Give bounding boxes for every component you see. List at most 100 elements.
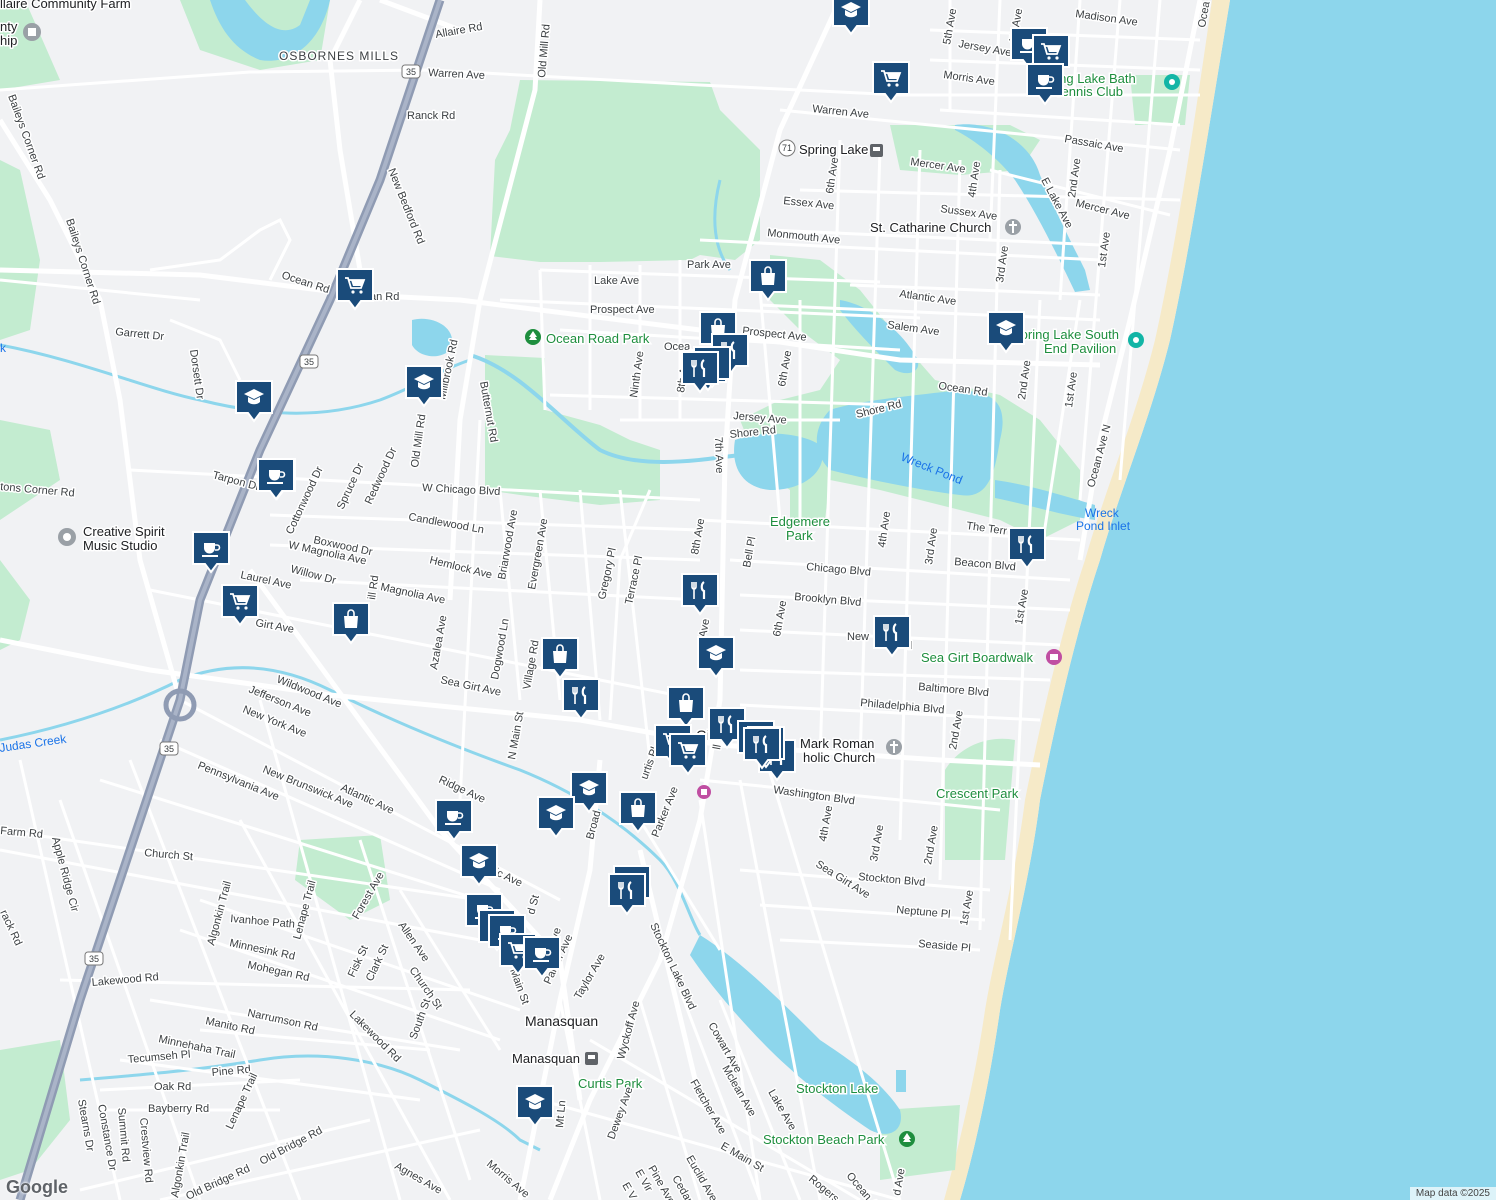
poi-marker-school[interactable] [697, 636, 735, 679]
road-label: 1st Ave [1063, 371, 1080, 408]
poi-marker-shopping[interactable] [332, 602, 370, 645]
road-label: rack Rd [0, 908, 24, 947]
tree-icon [899, 1131, 915, 1147]
place-label: Manasquan [512, 1051, 580, 1066]
road-label: N Main St [506, 711, 526, 761]
poi-marker-restaurant[interactable] [562, 678, 600, 721]
train-station-icon [870, 144, 883, 157]
road-label: Park Ave [687, 259, 731, 271]
poi-marker-shopping[interactable] [619, 791, 657, 834]
tree-icon [525, 329, 541, 345]
road-label: Jersey Ave [957, 38, 1012, 59]
place-label: End Pavilion [1044, 341, 1116, 356]
place-label: Ocean Road Park [546, 331, 650, 346]
road-label: 8th Ave [689, 517, 707, 555]
road-label: Beacon Blvd [954, 556, 1017, 573]
road-label: Lake Ave [594, 275, 639, 287]
road-label: 2nd Ave [1016, 360, 1033, 401]
svg-text:71: 71 [782, 143, 792, 153]
road-label: Wyckoff Ave [615, 1000, 642, 1061]
map-canvas[interactable]: 35 35 35 35 71 OSBORNES MILLS Manasquan … [0, 0, 1496, 1200]
road-label: Mt Ln [554, 1100, 568, 1128]
poi-marker-school[interactable] [460, 844, 498, 887]
poi-marker-school[interactable] [987, 311, 1025, 354]
road-label: Gregory Pl [596, 547, 619, 601]
svg-text:35: 35 [406, 67, 416, 77]
poi-marker-shopping[interactable] [541, 637, 579, 680]
poi-marker-restaurant[interactable] [608, 873, 646, 916]
road-label: Dogwood Ln [489, 618, 512, 681]
place-label: llaire Community Farm [0, 0, 131, 11]
road-label: Washington Blvd [773, 784, 856, 807]
waterway-labels: Judas Creek k [0, 341, 68, 755]
road-label: 5th Ave [941, 7, 959, 45]
road-label: Church St [144, 847, 194, 863]
poi-marker-school[interactable] [832, 0, 870, 36]
road-label: Hemlock Ave [428, 554, 493, 581]
svg-text:35: 35 [304, 357, 314, 367]
place-label: Stockton Lake [796, 1081, 878, 1096]
road-label: Ave [697, 618, 712, 639]
place-label: Music Studio [83, 538, 157, 553]
road-label: Old Mill Rd [409, 413, 428, 468]
road-label: ill Rd [366, 575, 381, 601]
road-label: Farm Rd [0, 825, 43, 841]
shield-rt35-roundabout: 35 [159, 741, 179, 756]
poi-marker-grocery[interactable] [221, 584, 259, 627]
poi-marker-shopping[interactable] [667, 686, 705, 729]
waterway-label: Judas Creek [0, 732, 68, 755]
road-label: Stearns Dr [75, 1098, 96, 1152]
road-label: New [847, 631, 869, 643]
road-label: Crestview Rd [137, 1117, 155, 1183]
road-label: an Rd [370, 291, 399, 303]
road-label: Bell Pl [741, 536, 758, 569]
pin-icon [1164, 74, 1180, 90]
place-label: OSBORNES MILLS [279, 49, 399, 63]
poi-marker-restaurant[interactable] [681, 573, 719, 616]
road-label: Tecumseh Pl [127, 1049, 191, 1066]
map-attribution[interactable]: Map data ©2025 [1409, 1187, 1496, 1200]
place-label: Pond Inlet [1076, 519, 1131, 533]
poi-marker-cafe[interactable] [192, 531, 230, 574]
green-west-4 [0, 560, 30, 650]
road-label: Broad [584, 809, 603, 840]
poi-marker-school[interactable] [516, 1085, 554, 1128]
road-label: Madison Ave [1075, 8, 1139, 29]
road-label: 6th Ave [776, 349, 794, 387]
road-label: Baltimore Blvd [918, 681, 990, 699]
poi-marker-school[interactable] [537, 796, 575, 839]
road-label: Oak Rd [154, 1081, 191, 1093]
place-label: Edgemere [770, 514, 830, 529]
road-label: Seaside Pl [918, 938, 971, 955]
road-label: New Bedford Rd [385, 167, 426, 246]
road-label: Fletcher Ave [687, 1078, 728, 1137]
camera-icon [1046, 649, 1062, 665]
road-label: Agnes Ave [393, 1160, 444, 1197]
road-label: Azalea Ave [428, 614, 449, 670]
svg-text:35: 35 [89, 954, 99, 964]
google-logo[interactable]: Google [6, 1177, 68, 1198]
church-icon [886, 739, 902, 755]
road-label: Summit Rd [115, 1107, 132, 1162]
place-label: Manasquan [525, 1013, 598, 1029]
road-label: Ranck Rd [407, 110, 455, 122]
road-label: Constance Dr [95, 1103, 119, 1172]
place-label: hip [0, 33, 17, 48]
svg-text:35: 35 [164, 744, 174, 754]
poi-marker-cafe[interactable] [257, 458, 295, 501]
shield-rt35-s: 35 [84, 951, 104, 966]
road-label: Warren Ave [812, 103, 870, 121]
road-label: d St [525, 894, 542, 916]
small-pond [896, 1070, 906, 1092]
poi-marker-grocery[interactable] [669, 733, 707, 776]
poi-marker-school[interactable] [570, 771, 608, 814]
place-label: Spring Lake [799, 142, 868, 157]
road-label: 7th Ave [712, 437, 725, 474]
road-label: 1st Ave [1096, 231, 1113, 268]
road-label: Willow Dr [289, 563, 337, 587]
road-label: Dewey Ave [606, 1085, 636, 1141]
road-label: Essex Ave [783, 195, 835, 212]
shield-rt35-mid: 35 [299, 354, 319, 369]
place-label: Mark Roman [800, 736, 874, 751]
road-label: Bayberry Rd [148, 1103, 209, 1115]
